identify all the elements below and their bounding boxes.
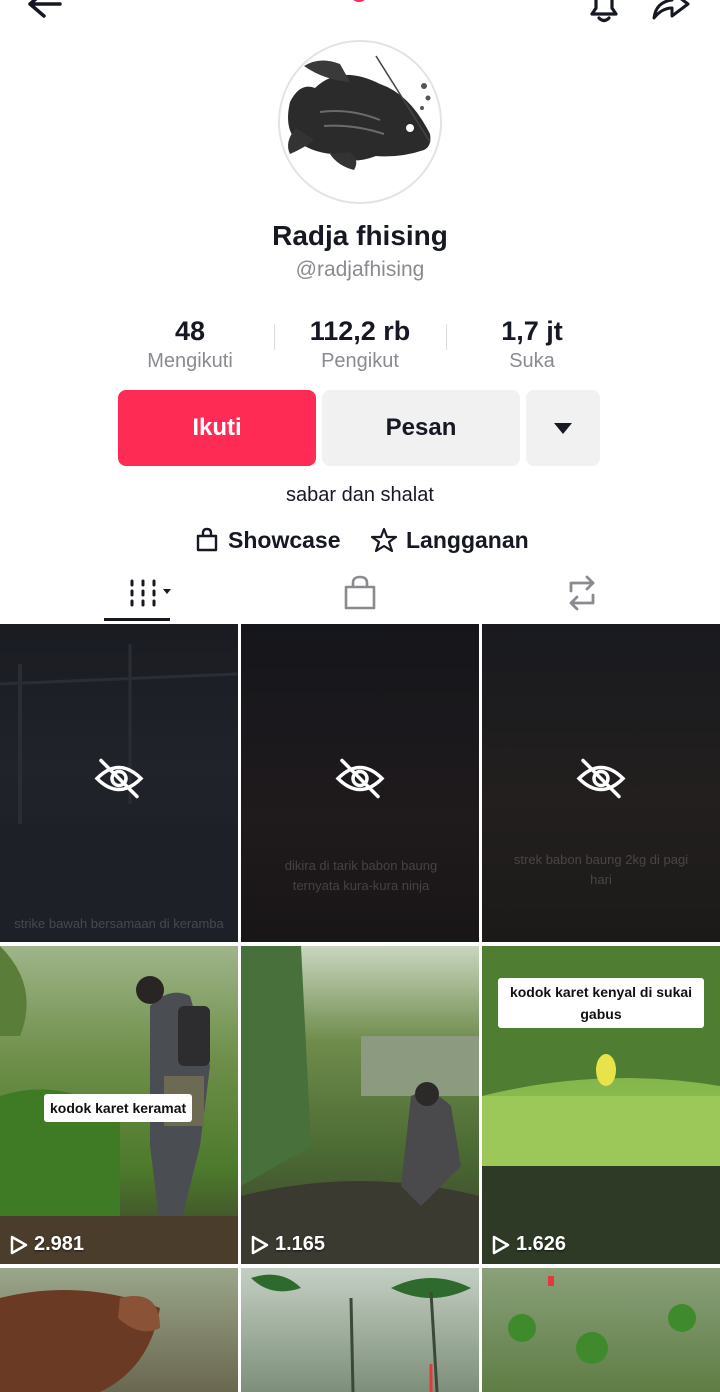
eye-off-icon — [334, 757, 386, 806]
video-caption: kodok karet keramat — [44, 1094, 193, 1122]
caret-down-icon — [554, 422, 572, 434]
star-badge-icon — [370, 527, 398, 553]
video-thumbnail[interactable]: 1.165 — [241, 946, 479, 1264]
view-count: 1.626 — [492, 1233, 566, 1256]
eye-off-icon — [93, 757, 145, 806]
showcase-link[interactable]: Showcase — [194, 520, 341, 560]
profile-bio: sabar dan shalat — [286, 484, 434, 506]
active-tab-indicator — [104, 618, 170, 621]
profile-name: Radja fhising — [272, 220, 448, 251]
video-caption: kodok karet kenyal di sukai gabus — [498, 978, 704, 1028]
play-icon — [10, 1235, 28, 1254]
stat-label: Pengikut — [321, 350, 399, 372]
eye-off-icon — [575, 757, 627, 806]
thumbnail-scene — [251, 1274, 471, 1392]
stat-value: 1,7 jt — [501, 316, 563, 346]
tab-videos[interactable] — [104, 566, 184, 620]
live-indicator — [350, 0, 368, 2]
video-thumbnail[interactable]: kodok karet keramat 2.981 — [0, 946, 238, 1264]
more-options-button[interactable] — [526, 390, 600, 466]
stat-label: Suka — [509, 350, 555, 372]
video-thumbnail[interactable] — [241, 1268, 479, 1392]
hidden-caption: strike bawah bersamaan di keramba — [14, 916, 224, 931]
subscription-label: Langganan — [406, 526, 529, 553]
video-thumbnail[interactable] — [0, 1268, 238, 1392]
content-tabs — [0, 566, 720, 624]
tab-shop[interactable] — [320, 566, 400, 620]
view-count: 1.165 — [251, 1233, 325, 1256]
hidden-caption: dikira di tarik babon baung ternyata kur… — [284, 858, 438, 893]
top-bar — [0, 0, 720, 30]
avatar[interactable] — [278, 40, 442, 204]
stat-value: 48 — [174, 316, 206, 346]
profile-stats: 48 Mengikuti 112,2 rb Pengikut 1,7 jt Su… — [110, 312, 610, 376]
shopping-bag-icon — [344, 575, 376, 610]
message-button[interactable]: Pesan — [322, 390, 520, 466]
thumbnail-scene — [241, 946, 479, 1264]
fish-logo-icon — [280, 42, 440, 202]
video-thumbnail[interactable]: strek babon baung 2kg di pagi hari — [482, 624, 720, 942]
stat-label: Mengikuti — [147, 350, 233, 372]
share-icon[interactable] — [648, 0, 692, 24]
divider — [274, 324, 275, 350]
view-count-value: 1.626 — [516, 1233, 567, 1255]
thumbnail-scene — [508, 1276, 696, 1364]
shopping-bag-icon — [196, 527, 218, 552]
grid-icon — [130, 579, 171, 607]
showcase-label: Showcase — [228, 526, 341, 553]
stat-value: 112,2 rb — [309, 316, 411, 346]
video-thumbnail[interactable]: dikira di tarik babon baung ternyata kur… — [241, 624, 479, 942]
video-thumbnail[interactable] — [482, 1268, 720, 1392]
video-grid: strike bawah bersamaan di keramba dikira… — [0, 624, 720, 1392]
tab-reposts[interactable] — [542, 566, 622, 620]
hidden-caption: strek babon baung 2kg di pagi hari — [513, 852, 689, 887]
video-thumbnail[interactable]: strike bawah bersamaan di keramba — [0, 624, 238, 942]
profile-handle: @radjafhising — [295, 258, 425, 281]
stat-likes[interactable]: 1,7 jt Suka — [452, 312, 612, 372]
subscription-link[interactable]: Langganan — [370, 520, 529, 560]
bell-icon[interactable] — [584, 0, 624, 24]
back-arrow-icon[interactable] — [22, 0, 62, 26]
view-count-value: 1.165 — [275, 1233, 326, 1255]
divider — [446, 324, 447, 350]
stat-followers[interactable]: 112,2 rb Pengikut — [280, 312, 440, 372]
profile-links: Showcase Langganan — [0, 520, 720, 560]
repost-icon — [569, 575, 595, 611]
video-thumbnail[interactable]: kodok karet kenyal di sukai gabus 1.626 — [482, 946, 720, 1264]
follow-button[interactable]: Ikuti — [118, 390, 316, 466]
play-icon — [492, 1235, 510, 1254]
play-icon — [251, 1235, 269, 1254]
thumbnail-scene — [0, 1290, 160, 1392]
stat-following[interactable]: 48 Mengikuti — [110, 312, 270, 372]
view-count: 2.981 — [10, 1233, 84, 1256]
view-count-value: 2.981 — [34, 1233, 85, 1255]
